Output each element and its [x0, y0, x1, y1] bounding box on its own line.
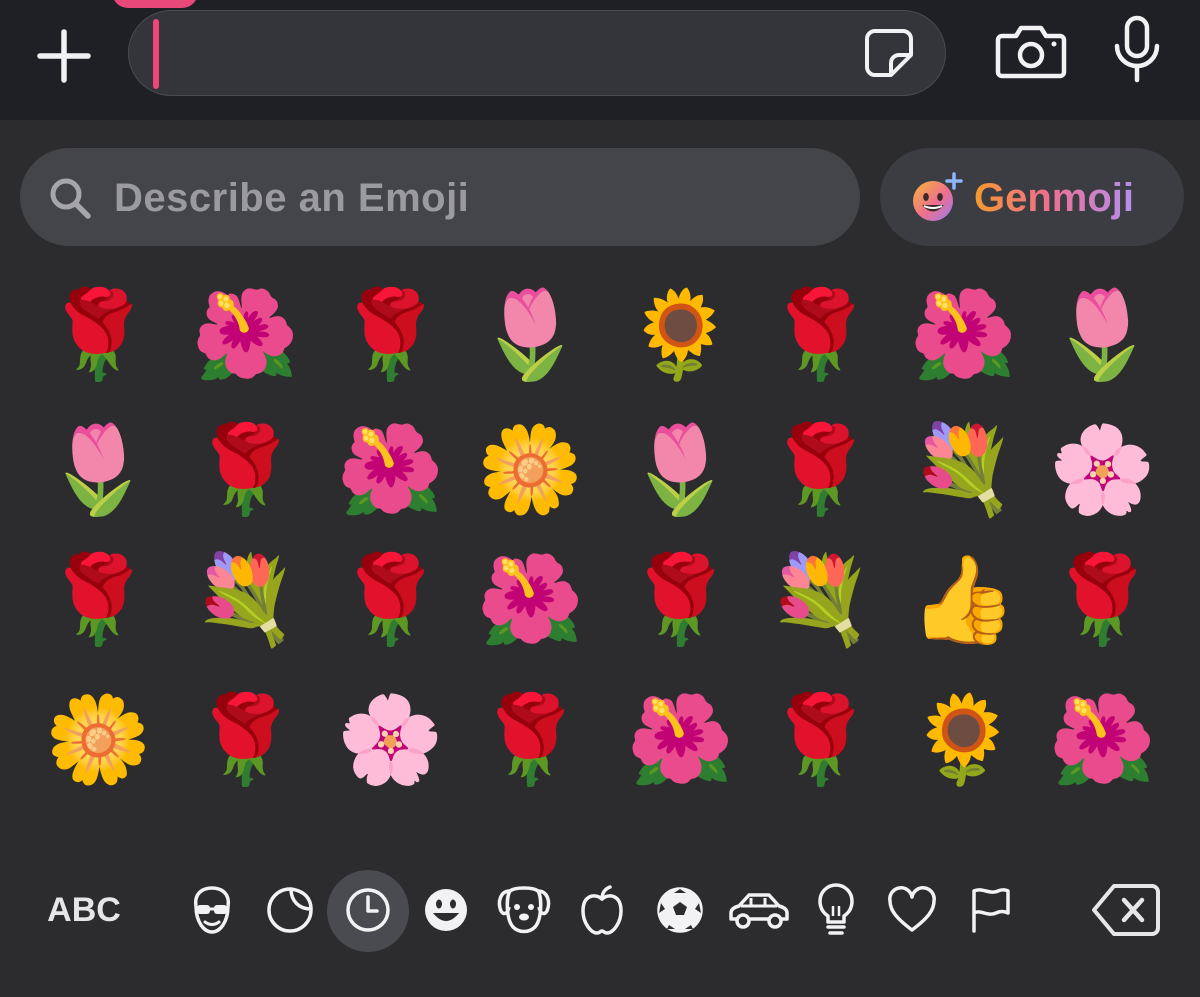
emoji-cell[interactable]: 🌹	[755, 270, 885, 400]
emoji-search-input[interactable]: Describe an Emoji	[20, 148, 860, 246]
emoji-cell[interactable]: 🌻	[898, 675, 1028, 805]
plus-icon	[37, 29, 91, 83]
plus-button[interactable]	[30, 22, 98, 90]
emoji-cell[interactable]: 🌹	[755, 675, 885, 805]
genmoji-label: Genmoji	[974, 176, 1135, 220]
emoji-cell[interactable]: 🌺	[1037, 675, 1167, 805]
emoji-cell[interactable]: 🌺	[465, 535, 595, 665]
emoji-cell[interactable]: 🌺	[180, 270, 310, 400]
category-flags[interactable]	[958, 878, 1022, 942]
emoji-cell[interactable]: 🌹	[33, 535, 163, 665]
category-objects[interactable]	[804, 878, 868, 942]
activity-soccer-icon	[657, 887, 703, 933]
abc-keyboard-button[interactable]: ABC	[24, 880, 144, 940]
genmoji-face-icon	[908, 170, 964, 226]
category-recents[interactable]	[336, 878, 400, 942]
emoji-cell[interactable]: 💐	[180, 535, 310, 665]
smileys-icon	[425, 889, 467, 931]
animals-dog-icon	[497, 886, 551, 934]
recents-clock-icon	[346, 888, 390, 932]
emoji-cell[interactable]: 🌺	[615, 675, 745, 805]
food-apple-icon	[581, 885, 623, 935]
category-activity[interactable]	[648, 878, 712, 942]
category-smileys[interactable]	[414, 878, 478, 942]
emoji-cell[interactable]: 🌹	[755, 405, 885, 535]
microphone-button[interactable]	[1108, 14, 1166, 86]
category-memoji[interactable]	[180, 878, 244, 942]
emoji-cell[interactable]: 💐	[898, 405, 1028, 535]
emoji-cell[interactable]: 🌸	[325, 675, 455, 805]
objects-lightbulb-icon	[818, 883, 854, 935]
search-icon	[46, 174, 94, 222]
emoji-cell[interactable]: 🌹	[615, 535, 745, 665]
text-cursor	[153, 19, 159, 89]
emoji-cell[interactable]: 💐	[755, 535, 885, 665]
emoji-cell[interactable]: 🌹	[180, 405, 310, 535]
sent-message-bubble-edge	[112, 0, 198, 8]
emoji-cell[interactable]: 🌷	[33, 405, 163, 535]
emoji-cell[interactable]: 🌺	[325, 405, 455, 535]
category-food[interactable]	[570, 878, 634, 942]
emoji-cell[interactable]: 🌸	[1037, 405, 1167, 535]
emoji-cell[interactable]: 🌼	[33, 675, 163, 805]
emoji-cell[interactable]: 🌼	[465, 405, 595, 535]
emoji-cell[interactable]: 🌹	[325, 270, 455, 400]
camera-button[interactable]	[994, 22, 1068, 82]
camera-icon	[995, 25, 1067, 79]
microphone-icon	[1114, 15, 1160, 83]
emoji-cell[interactable]: 🌹	[1037, 535, 1167, 665]
category-animals[interactable]	[492, 878, 556, 942]
emoji-cell[interactable]: 🌹	[465, 675, 595, 805]
memoji-icon	[193, 886, 231, 934]
search-placeholder: Describe an Emoji	[114, 176, 470, 220]
genmoji-button[interactable]: Genmoji	[880, 148, 1184, 246]
message-input[interactable]	[128, 10, 946, 96]
emoji-grid: 🌹 🌺 🌹 🌷 🌻 🌹 🌺 🌷 🌷 🌹 🌺 🌼 🌷 🌹 💐 🌸 🌹 💐 🌹 🌺 🌹 💐 👍 🌹 🌼 🌹 🌸 🌹 🌺 🌹 🌻 🌺	[0, 270, 1200, 830]
category-symbols[interactable]	[880, 878, 944, 942]
emoji-cell[interactable]: 🌹	[180, 675, 310, 805]
emoji-cell[interactable]: 🌻	[615, 270, 745, 400]
flags-icon	[972, 888, 1010, 933]
emoji-cell[interactable]: 🌹	[33, 270, 163, 400]
sticker-icon	[865, 29, 913, 77]
emoji-cell[interactable]: 👍	[898, 535, 1028, 665]
compose-bar	[0, 0, 1200, 120]
delete-button[interactable]	[1090, 880, 1162, 940]
symbols-heart-icon	[888, 886, 936, 932]
sticker-button[interactable]	[861, 25, 917, 81]
category-stickers[interactable]	[258, 878, 322, 942]
emoji-cell[interactable]: 🌺	[898, 270, 1028, 400]
emoji-cell[interactable]: 🌹	[325, 535, 455, 665]
category-travel[interactable]	[722, 878, 794, 942]
travel-car-icon	[729, 893, 789, 929]
emoji-cell[interactable]: 🌷	[1037, 270, 1167, 400]
emoji-cell[interactable]: 🌷	[615, 405, 745, 535]
stickers-icon	[267, 887, 313, 933]
emoji-cell[interactable]: 🌷	[465, 270, 595, 400]
delete-backspace-icon	[1092, 884, 1160, 936]
